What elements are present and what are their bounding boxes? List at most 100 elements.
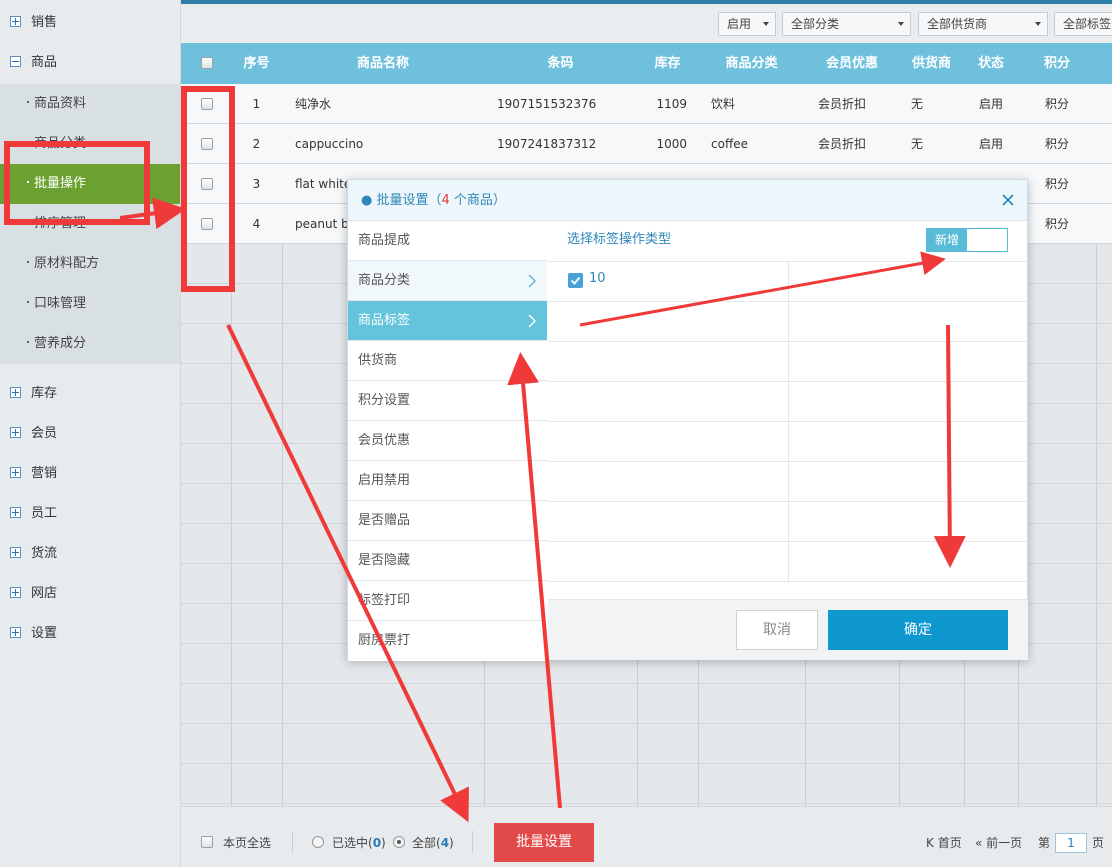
cell-category: 饮料 xyxy=(711,97,736,111)
column-header[interactable]: 条码 xyxy=(484,43,637,84)
dialog-content: 选择标签操作类型 xyxy=(548,221,1028,599)
nav-item-label: 会员优惠 xyxy=(358,433,411,448)
select-page-label[interactable]: 本页全选 xyxy=(223,834,271,851)
expand-icon xyxy=(10,547,21,558)
all-radio-label[interactable]: 全部(4) xyxy=(412,834,454,851)
sidebar-item-label: 原材料配方 xyxy=(34,256,100,271)
cell-points: 积分 xyxy=(1044,177,1069,191)
selected-radio[interactable] xyxy=(312,836,324,848)
select-value: 全部分类 xyxy=(791,17,840,31)
nav-item-member-discount[interactable]: 会员优惠 xyxy=(348,421,547,461)
nav-item-label: 积分设置 xyxy=(358,393,411,408)
row-checkbox[interactable] xyxy=(201,218,213,230)
cell-name: cappuccino xyxy=(295,137,364,151)
sidebar-item-label: 排序管理 xyxy=(34,216,87,231)
column-header[interactable]: 商品名称 xyxy=(282,43,484,84)
table-row[interactable]: 1 纯净水 1907151532376 1109 饮料 会员折扣 无 启用 积分 xyxy=(181,84,1112,124)
sidebar-group-label: 库存 xyxy=(31,386,58,401)
sidebar-item-flavor[interactable]: 口味管理 xyxy=(0,284,180,324)
sidebar-group-inventory[interactable]: 库存 xyxy=(0,374,180,414)
supplier-filter-select[interactable]: 全部供货商 xyxy=(918,12,1048,36)
cancel-button[interactable]: 取消 xyxy=(736,610,818,650)
table-row[interactable]: 2 cappuccino 1907241837312 1000 coffee 会… xyxy=(181,124,1112,164)
nav-item-label: 标签打印 xyxy=(358,593,411,608)
nav-item-enable-disable[interactable]: 启用禁用 xyxy=(348,461,547,501)
row-checkbox[interactable] xyxy=(201,138,213,150)
cell-no: 3 xyxy=(252,177,261,191)
column-header[interactable]: 会员优惠 xyxy=(805,43,899,84)
sidebar-group-sales[interactable]: 销售 xyxy=(0,3,180,43)
page-number-input[interactable]: 1 xyxy=(1055,833,1087,853)
sidebar-group-staff[interactable]: 员工 xyxy=(0,494,180,534)
nav-item-label: 商品提成 xyxy=(358,233,411,248)
column-header[interactable]: 积分 xyxy=(1018,43,1096,84)
chevron-down-icon xyxy=(898,22,904,26)
collapse-icon xyxy=(10,56,21,67)
column-header[interactable]: 商品分类 xyxy=(698,43,805,84)
sidebar-item-sort-management[interactable]: 排序管理 xyxy=(0,204,180,244)
chevron-down-icon xyxy=(763,22,769,26)
nav-item-kitchen-print[interactable]: 厨房票打 xyxy=(348,621,547,661)
status-filter-select[interactable]: 启用 xyxy=(718,12,776,36)
sidebar-item-product-category[interactable]: 商品分类 xyxy=(0,124,180,164)
nav-item-gift[interactable]: 是否赠品 xyxy=(348,501,547,541)
confirm-button[interactable]: 确定 xyxy=(828,610,1008,650)
sidebar-group-label: 网店 xyxy=(31,586,58,601)
select-value: 全部标签 xyxy=(1063,17,1112,31)
cell-barcode: 1907241837312 xyxy=(497,137,597,151)
selected-radio-label[interactable]: 已选中(0) xyxy=(332,834,386,851)
nav-item-label: 启用禁用 xyxy=(358,473,411,488)
cell-points: 积分 xyxy=(1044,97,1069,111)
select-page-checkbox[interactable] xyxy=(201,836,213,848)
nav-item-category[interactable]: 商品分类 xyxy=(348,261,547,301)
sidebar-group-online-store[interactable]: 网店 xyxy=(0,574,180,614)
all-radio[interactable] xyxy=(393,836,405,848)
sidebar-group-logistics[interactable]: 货流 xyxy=(0,534,180,574)
tag-operation-label: 选择标签操作类型 xyxy=(567,232,672,247)
sidebar-group-members[interactable]: 会员 xyxy=(0,414,180,454)
product-count: 4 xyxy=(441,193,450,208)
tag-filter-select[interactable]: 全部标签 xyxy=(1054,12,1112,36)
nav-item-label-print[interactable]: 标签打印 xyxy=(348,581,547,621)
dialog-nav: 商品提成 商品分类 商品标签 供货商 积分设置 会员优惠 启用禁用 是否赠品 是… xyxy=(348,221,547,661)
sidebar-item-label: 商品资料 xyxy=(34,96,87,111)
nav-item-points[interactable]: 积分设置 xyxy=(348,381,547,421)
batch-settings-button[interactable]: 批量设置 xyxy=(494,823,594,862)
column-header[interactable]: 状态 xyxy=(964,43,1018,84)
sidebar-group-label: 设置 xyxy=(31,626,58,641)
sidebar-item-product-info[interactable]: 商品资料 xyxy=(0,84,180,124)
column-header[interactable]: 库存 xyxy=(637,43,698,84)
sidebar-group-marketing[interactable]: 营销 xyxy=(0,454,180,494)
cell-no: 2 xyxy=(252,137,261,151)
close-icon[interactable] xyxy=(1001,193,1015,207)
row-checkbox[interactable] xyxy=(201,98,213,110)
first-page-button[interactable]: K 首页 xyxy=(926,834,962,851)
tag-checkbox[interactable] xyxy=(568,273,583,288)
nav-item-commission[interactable]: 商品提成 xyxy=(348,221,547,261)
row-checkbox[interactable] xyxy=(201,178,213,190)
column-header[interactable]: 供货商 xyxy=(899,43,964,84)
cell-status: 启用 xyxy=(978,137,1003,151)
cell-no: 1 xyxy=(252,97,261,111)
prev-page-button[interactable]: « 前一页 xyxy=(975,834,1022,851)
nav-item-supplier[interactable]: 供货商 xyxy=(348,341,547,381)
expand-icon xyxy=(10,627,21,638)
tag-label[interactable]: 10 xyxy=(589,271,606,286)
sidebar-group-settings[interactable]: 设置 xyxy=(0,614,180,654)
dialog-title: ● 批量设置（4 个商品） xyxy=(361,193,506,208)
toggle-label: 新增 xyxy=(927,229,967,251)
nav-item-label: 商品分类 xyxy=(358,273,411,288)
add-mode-toggle[interactable]: 新增 xyxy=(926,228,1008,252)
nav-item-tags[interactable]: 商品标签 xyxy=(348,301,547,341)
sidebar-item-recipe[interactable]: 原材料配方 xyxy=(0,244,180,284)
sidebar-group-products[interactable]: 商品 xyxy=(0,43,180,83)
cell-status: 启用 xyxy=(978,97,1003,111)
nav-item-hidden[interactable]: 是否隐藏 xyxy=(348,541,547,581)
category-filter-select[interactable]: 全部分类 xyxy=(782,12,911,36)
select-all-checkbox[interactable] xyxy=(201,57,213,69)
sidebar-item-batch-operation[interactable]: 批量操作 xyxy=(0,164,180,204)
column-header[interactable]: 序号 xyxy=(231,43,282,84)
table-header: 序号 商品名称 条码 库存 商品分类 会员优惠 供货商 状态 积分 xyxy=(181,43,1112,84)
sidebar-item-nutrition[interactable]: 营养成分 xyxy=(0,324,180,364)
sidebar-group-label: 销售 xyxy=(31,15,58,30)
